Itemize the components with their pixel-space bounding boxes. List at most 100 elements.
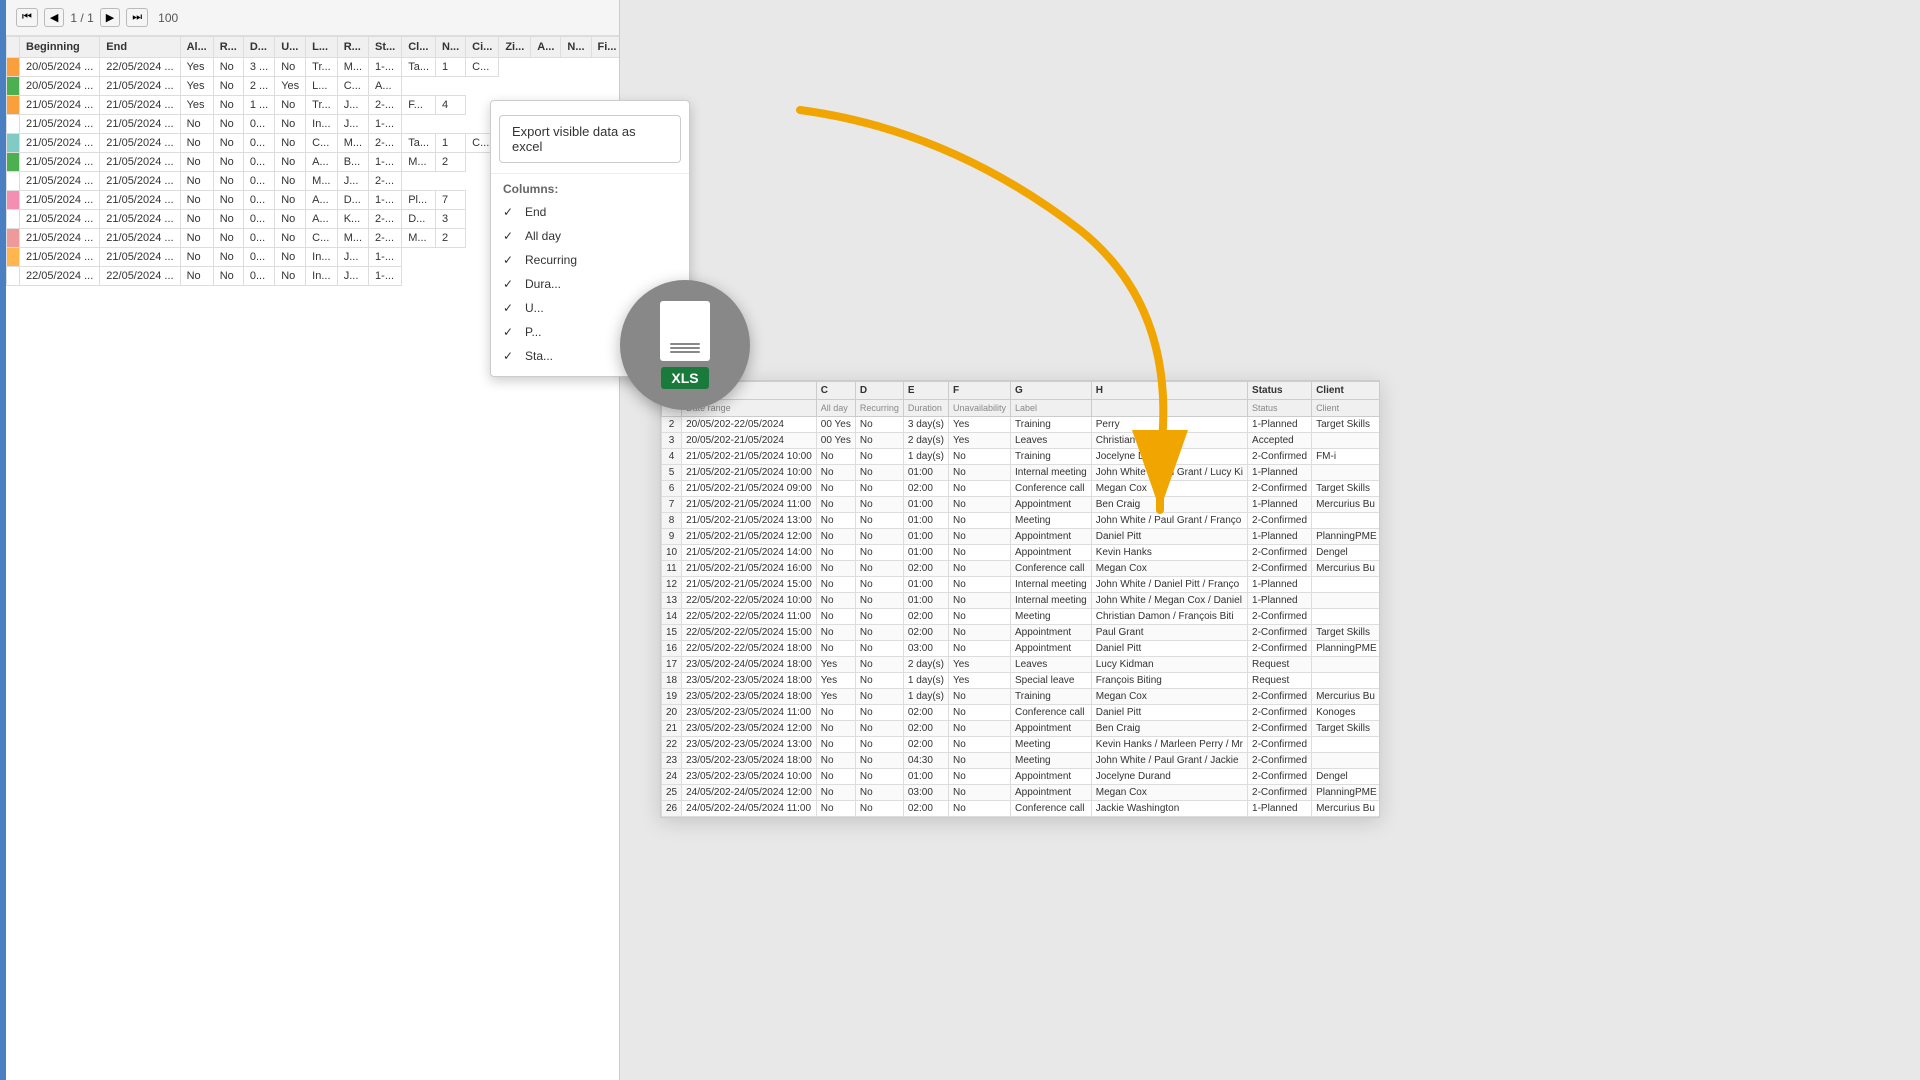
table-cell: 0... (243, 210, 274, 229)
col-beginning[interactable]: Beginning (20, 37, 100, 58)
col-fi[interactable]: Fi... (591, 37, 619, 58)
table-cell: No (213, 115, 243, 134)
table-cell: 7 (436, 191, 466, 210)
table-cell: No (213, 248, 243, 267)
spreadsheet-row: 1723/05/202-24/05/2024 18:00YesNo2 day(s… (662, 657, 1381, 673)
spreadsheet-cell: 2-Confirmed (1248, 449, 1312, 465)
spreadsheet-cell: No (855, 465, 903, 481)
spreadsheet-cell: 02:00 (903, 609, 948, 625)
spreadsheet-cell: No (948, 513, 1010, 529)
spreadsheet-cell: 21/05/202-21/05/2024 09:00 (682, 481, 817, 497)
table-cell: 21/05/2024 ... (100, 77, 180, 96)
spreadsheet-cell: Yes (816, 657, 855, 673)
col-l[interactable]: L... (306, 37, 338, 58)
spreadsheet-cell: No (816, 625, 855, 641)
col-a[interactable]: A... (531, 37, 561, 58)
spreadsheet-cell: 21/05/202-21/05/2024 10:00 (682, 465, 817, 481)
row-color-indicator (7, 115, 20, 134)
spreadsheet-cell: No (816, 465, 855, 481)
table-cell: No (275, 267, 306, 286)
col-d-header: D (855, 382, 903, 400)
spreadsheet-cell: 23/05/202-23/05/2024 13:00 (682, 737, 817, 753)
row-number: 20 (662, 705, 682, 721)
row-number: 12 (662, 577, 682, 593)
spreadsheet-row: 621/05/202-21/05/2024 09:00NoNo02:00NoCo… (662, 481, 1381, 497)
spreadsheet-cell: 2-Confirmed (1248, 545, 1312, 561)
spreadsheet-row: 1923/05/202-23/05/2024 18:00YesNo1 day(s… (662, 689, 1381, 705)
table-cell: No (213, 210, 243, 229)
table-cell: 21/05/2024 ... (20, 248, 100, 267)
spreadsheet-cell: Yes (816, 673, 855, 689)
spreadsheet-cell: Meeting (1011, 609, 1092, 625)
table-cell: No (213, 153, 243, 172)
table-cell: No (213, 77, 243, 96)
spreadsheet-cell: Internal meeting (1011, 465, 1092, 481)
spreadsheet-cell: No (948, 561, 1010, 577)
prev-page-button[interactable]: ◀ (44, 8, 64, 27)
dropdown-column-item[interactable]: ✓All day (491, 224, 689, 248)
col-r[interactable]: R... (213, 37, 243, 58)
pagination-bar: ⏮ ◀ 1 / 1 ▶ ⏭ 100 (6, 0, 619, 36)
spreadsheet-cell: 01:00 (903, 529, 948, 545)
dropdown-column-item[interactable]: ✓Recurring (491, 248, 689, 272)
spreadsheet-cell: No (855, 513, 903, 529)
table-cell: M... (402, 229, 436, 248)
spreadsheet-cell (1312, 753, 1380, 769)
spreadsheet-cell: No (816, 705, 855, 721)
spreadsheet-row: 2524/05/202-24/05/2024 12:00NoNo03:00NoA… (662, 785, 1381, 801)
col-client-header: Client (1312, 382, 1380, 400)
table-cell: No (275, 172, 306, 191)
table-cell: L... (306, 77, 338, 96)
spreadsheet-cell: 01:00 (903, 593, 948, 609)
last-page-button[interactable]: ⏭ (126, 8, 148, 27)
spreadsheet-cell: 2-Confirmed (1248, 769, 1312, 785)
spreadsheet-row: 2123/05/202-23/05/2024 12:00NoNo02:00NoA… (662, 721, 1381, 737)
spreadsheet-cell: 22/05/202-22/05/2024 18:00 (682, 641, 817, 657)
spreadsheet-cell: 2 day(s) (903, 657, 948, 673)
table-cell: C... (306, 134, 338, 153)
spreadsheet-cell: No (816, 545, 855, 561)
table-cell: K... (337, 210, 368, 229)
spreadsheet-cell: No (948, 721, 1010, 737)
col-u[interactable]: U... (275, 37, 306, 58)
table-row[interactable]: 20/05/2024 ...21/05/2024 ...YesNo2 ...Ye… (7, 77, 620, 96)
spreadsheet-cell: 20/05/202-21/05/2024 (682, 433, 817, 449)
spreadsheet-cell: No (816, 737, 855, 753)
spreadsheet-cell: Target Skills (1312, 417, 1380, 433)
blue-accent-bar (0, 0, 6, 1080)
table-cell: M... (337, 134, 368, 153)
spreadsheet-cell: No (816, 641, 855, 657)
table-row[interactable]: 20/05/2024 ...22/05/2024 ...YesNo3 ...No… (7, 58, 620, 77)
table-cell: Pl... (402, 191, 436, 210)
row-count: 100 (158, 11, 178, 25)
table-cell: 2-... (369, 134, 402, 153)
col-al[interactable]: Al... (180, 37, 213, 58)
spreadsheet-cell: No (816, 561, 855, 577)
export-excel-button[interactable]: Export visible data as excel (499, 115, 681, 163)
spreadsheet-cell: Kevin Hanks / Marleen Perry / Mr (1091, 737, 1247, 753)
dropdown-column-item[interactable]: ✓End (491, 200, 689, 224)
table-cell: 0... (243, 267, 274, 286)
col-r2[interactable]: R... (337, 37, 368, 58)
col-status-header: Status (1248, 382, 1312, 400)
col-st[interactable]: St... (369, 37, 402, 58)
table-cell: 21/05/2024 ... (100, 172, 180, 191)
col-cl[interactable]: Cl... (402, 37, 436, 58)
col-n2[interactable]: N... (561, 37, 591, 58)
col-ci[interactable]: Ci... (466, 37, 499, 58)
row-color-indicator (7, 210, 20, 229)
doc-line (670, 351, 700, 353)
first-page-button[interactable]: ⏮ (16, 8, 38, 27)
col-zi[interactable]: Zi... (499, 37, 531, 58)
spreadsheet-cell: No (816, 593, 855, 609)
col-d[interactable]: D... (243, 37, 274, 58)
table-cell: 21/05/2024 ... (100, 134, 180, 153)
table-cell: Yes (180, 77, 213, 96)
spreadsheet-cell: 23/05/202-23/05/2024 10:00 (682, 769, 817, 785)
col-n[interactable]: N... (436, 37, 466, 58)
next-page-button[interactable]: ▶ (100, 8, 120, 27)
table-cell: 20/05/2024 ... (20, 58, 100, 77)
col-end[interactable]: End (100, 37, 180, 58)
spreadsheet-cell: No (855, 801, 903, 817)
table-cell: 21/05/2024 ... (100, 191, 180, 210)
